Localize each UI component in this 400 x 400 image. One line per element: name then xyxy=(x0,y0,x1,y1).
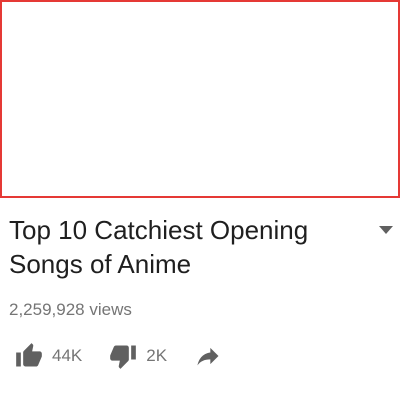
thumbs-up-icon xyxy=(16,343,42,367)
video-title: Top 10 Catchiest Opening Songs of Anime xyxy=(9,213,359,281)
like-count: 44K xyxy=(52,346,83,365)
chevron-down-icon xyxy=(379,226,393,234)
thumbs-down-icon xyxy=(110,345,137,369)
video-title-line-2: Songs of Anime xyxy=(9,249,192,279)
share-button[interactable] xyxy=(193,342,223,370)
view-count: 2,259,928 views xyxy=(9,300,132,319)
video-player[interactable] xyxy=(0,0,400,198)
action-bar: 44K 2K xyxy=(14,338,223,374)
dislike-count: 2K xyxy=(146,346,168,365)
expand-description-button[interactable] xyxy=(378,223,394,235)
video-title-line-1: Top 10 Catchiest Opening xyxy=(9,215,309,245)
share-arrow-icon xyxy=(197,347,219,366)
dislike-button[interactable]: 2K xyxy=(108,342,167,370)
like-button[interactable]: 44K xyxy=(14,342,82,370)
